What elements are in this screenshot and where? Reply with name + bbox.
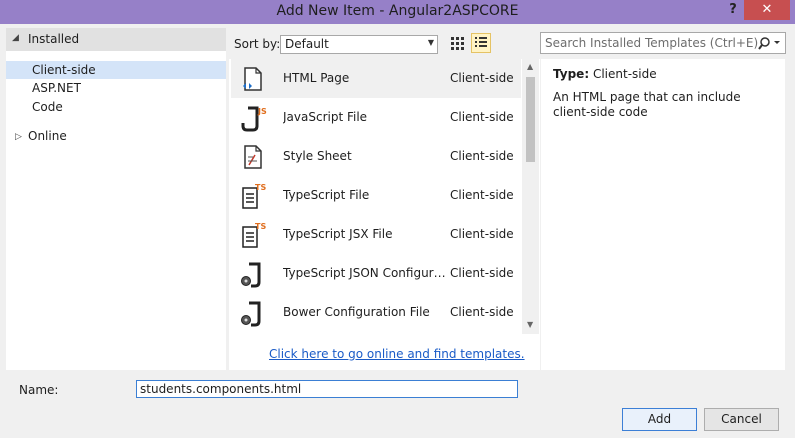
template-list: HTML Page Client-side JS JavaScript File… bbox=[229, 59, 540, 370]
title-bar: Add New Item - Angular2ASPCORE ? ✕ bbox=[0, 0, 795, 24]
template-name: Bower Configuration File bbox=[283, 305, 430, 319]
tree-node-installed-label: Installed bbox=[28, 32, 80, 46]
template-name: Style Sheet bbox=[283, 149, 352, 163]
template-item[interactable]: Bower Configuration File Client-side bbox=[231, 293, 521, 332]
sort-by-dropdown[interactable]: Default ▼ bbox=[280, 35, 438, 54]
style-sheet-icon bbox=[244, 145, 262, 169]
svg-text:JS: JS bbox=[257, 107, 267, 116]
add-button[interactable]: Add bbox=[622, 408, 697, 431]
javascript-file-icon: JS bbox=[241, 106, 267, 132]
list-view-button[interactable] bbox=[471, 33, 491, 53]
sort-by-value: Default bbox=[285, 37, 329, 51]
expanded-triangle-icon: ◢ bbox=[12, 33, 19, 43]
cancel-button[interactable]: Cancel bbox=[704, 408, 779, 431]
template-category: Client-side bbox=[450, 71, 514, 85]
template-category: Client-side bbox=[450, 227, 514, 241]
template-name: HTML Page bbox=[283, 71, 350, 85]
template-category: Client-side bbox=[450, 110, 514, 124]
sort-by-label: Sort by: bbox=[234, 37, 281, 51]
template-name: TypeScript JSX File bbox=[283, 227, 393, 241]
bower-config-icon bbox=[241, 301, 261, 327]
grid-view-icon bbox=[451, 37, 464, 50]
search-icon[interactable] bbox=[757, 35, 783, 51]
grid-view-button[interactable] bbox=[447, 33, 467, 53]
template-category: Client-side bbox=[450, 149, 514, 163]
template-list-scrollbar[interactable]: ▲ ▼ bbox=[522, 59, 539, 334]
template-category: Client-side bbox=[450, 305, 514, 319]
template-item[interactable]: TS TypeScript JSX File Client-side bbox=[231, 215, 521, 254]
tree-node-installed[interactable]: ◢ Installed bbox=[6, 28, 226, 51]
list-view-icon bbox=[475, 37, 487, 47]
template-item[interactable]: TypeScript JSON Configuration File Clien… bbox=[231, 254, 521, 293]
template-details: Type: Client-side An HTML page that can … bbox=[541, 59, 785, 370]
scroll-up-arrow-icon[interactable]: ▲ bbox=[527, 62, 533, 71]
template-category: Client-side bbox=[450, 266, 514, 280]
detail-type-value: Client-side bbox=[592, 67, 657, 81]
name-label: Name: bbox=[19, 383, 59, 397]
template-item[interactable]: Style Sheet Client-side bbox=[231, 137, 521, 176]
detail-type-label: Type: bbox=[553, 67, 590, 81]
svg-text:TS: TS bbox=[255, 183, 266, 192]
name-field[interactable]: students.components.html bbox=[136, 380, 518, 398]
tree-item-client-side[interactable]: Client-side bbox=[6, 61, 226, 79]
template-item[interactable]: JS JavaScript File Client-side bbox=[231, 98, 521, 137]
typescript-jsx-file-icon: TS bbox=[242, 222, 266, 248]
window-title: Add New Item - Angular2ASPCORE bbox=[276, 3, 519, 19]
search-input[interactable]: Search Installed Templates (Ctrl+E) bbox=[545, 36, 758, 50]
detail-description: An HTML page that can include client-sid… bbox=[553, 90, 741, 119]
html-page-icon bbox=[243, 67, 262, 91]
detail-type: Type: Client-side bbox=[553, 67, 657, 81]
tree-item-code[interactable]: Code bbox=[6, 98, 226, 116]
dropdown-arrow-icon: ▼ bbox=[427, 38, 434, 47]
close-button[interactable]: ✕ bbox=[744, 0, 790, 20]
template-name: TypeScript File bbox=[283, 188, 370, 202]
find-templates-online-link[interactable]: Click here to go online and find templat… bbox=[269, 347, 525, 361]
template-name: JavaScript File bbox=[283, 110, 368, 124]
typescript-file-icon: TS bbox=[242, 183, 266, 209]
svg-text:TS: TS bbox=[255, 222, 266, 231]
template-name: TypeScript JSON Configuration File bbox=[283, 266, 448, 280]
template-category: Client-side bbox=[450, 188, 514, 202]
list-toolbar: Sort by: Default ▼ bbox=[229, 28, 536, 59]
template-item[interactable]: HTML Page Client-side bbox=[231, 59, 521, 98]
collapsed-triangle-icon: ▷ bbox=[15, 132, 22, 142]
tree-item-aspnet[interactable]: ASP.NET bbox=[6, 79, 226, 97]
help-button[interactable]: ? bbox=[726, 0, 740, 20]
search-templates-box[interactable]: Search Installed Templates (Ctrl+E) bbox=[540, 32, 786, 54]
template-item[interactable]: TS TypeScript File Client-side bbox=[231, 176, 521, 215]
scrollbar-thumb[interactable] bbox=[526, 77, 535, 162]
json-config-icon bbox=[241, 262, 261, 288]
category-tree: ◢ Installed Client-side ASP.NET Code ▷ O… bbox=[6, 28, 226, 370]
scroll-down-arrow-icon[interactable]: ▼ bbox=[527, 320, 533, 329]
tree-node-online-label: Online bbox=[28, 129, 67, 143]
tree-node-online[interactable]: ▷ Online bbox=[6, 127, 226, 145]
